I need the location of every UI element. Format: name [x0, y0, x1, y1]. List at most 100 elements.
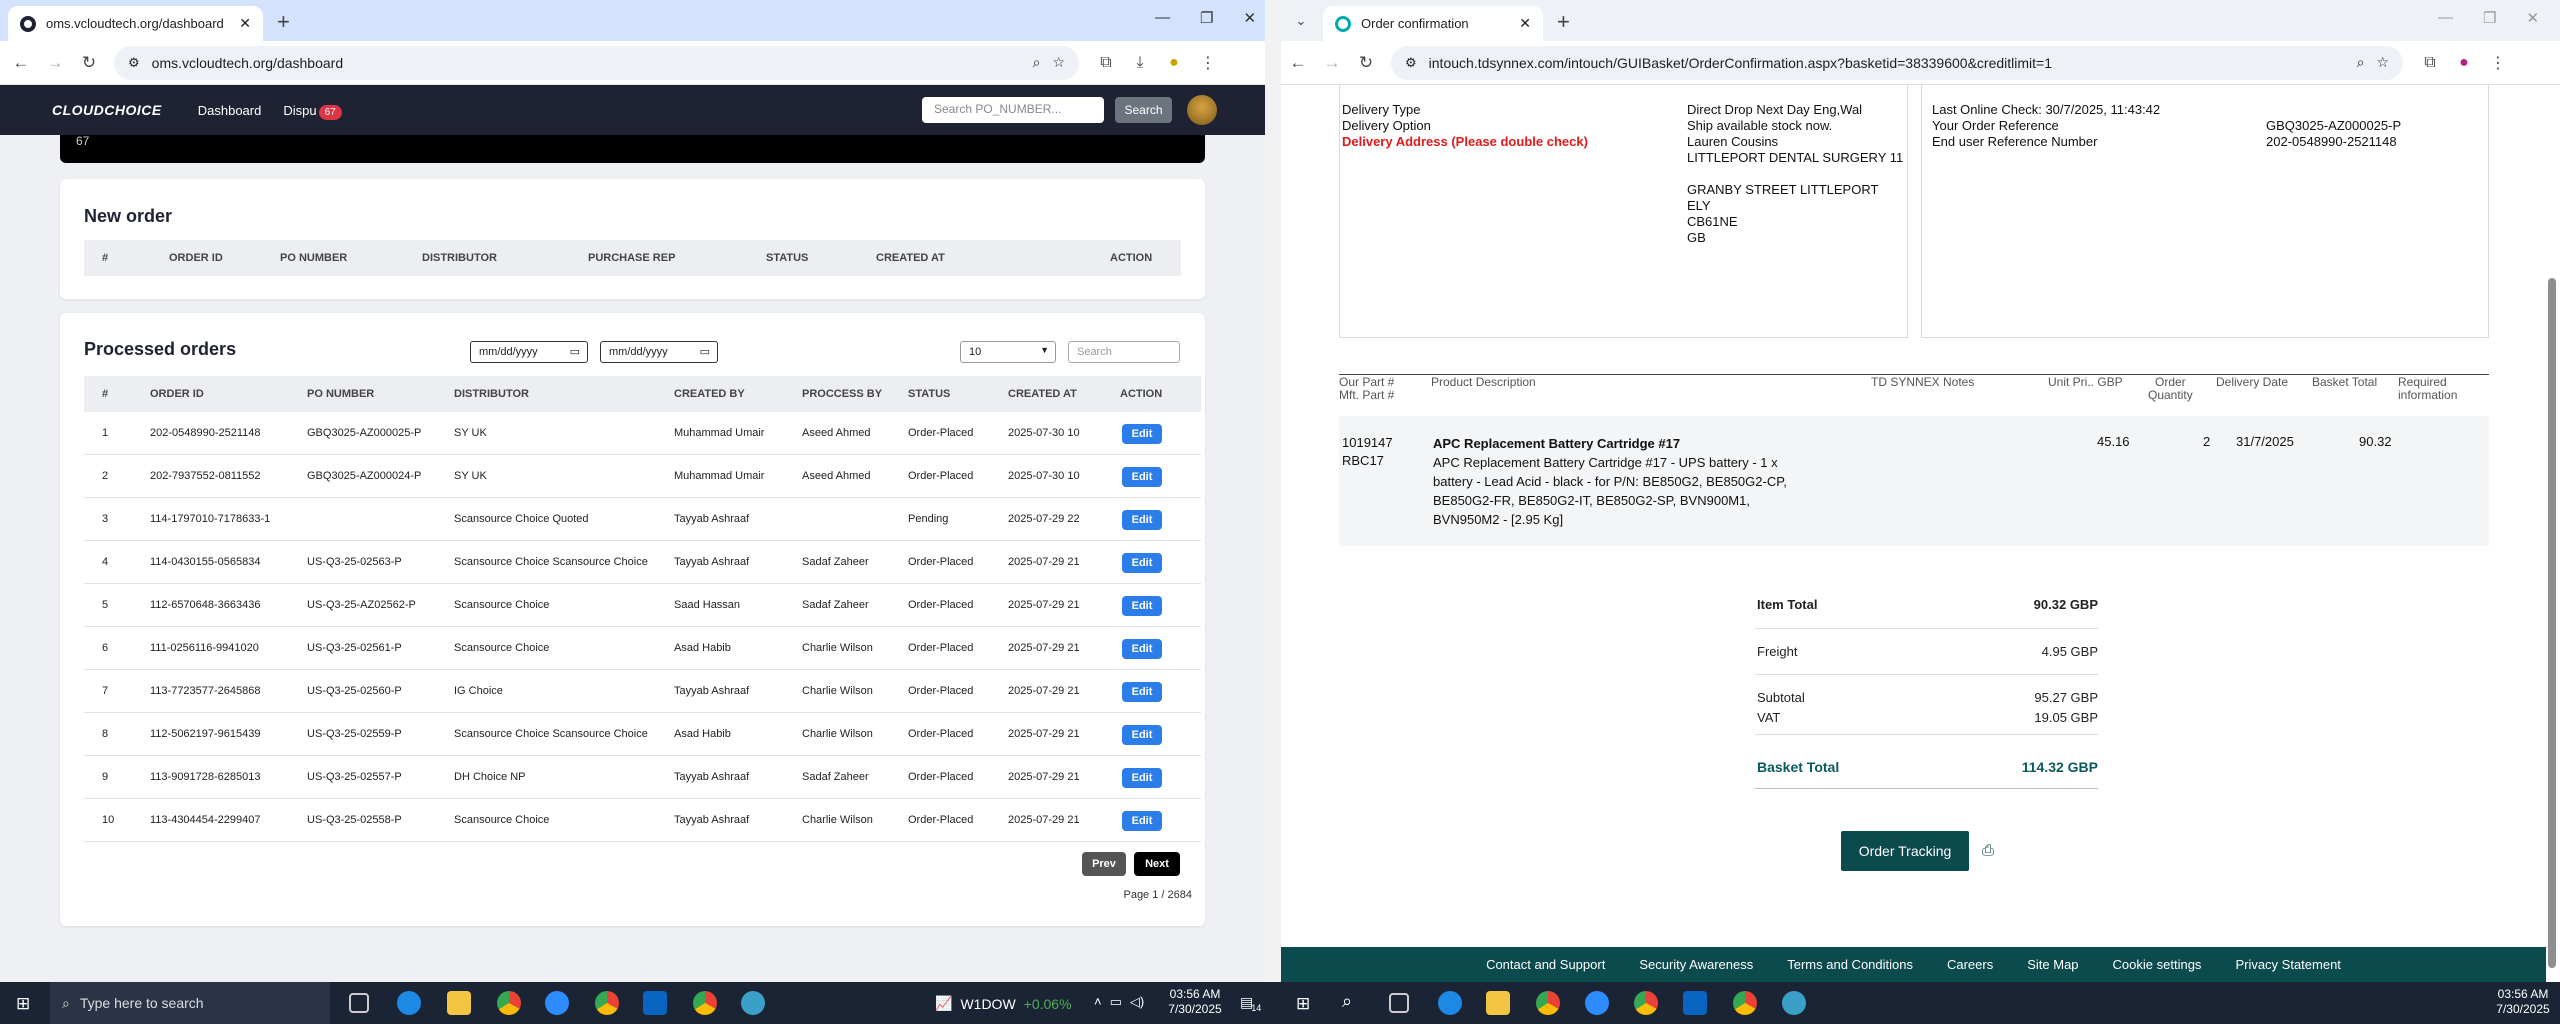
chrome-icon[interactable] [1634, 991, 1658, 1015]
download-icon[interactable]: ⤓ [1123, 54, 1157, 72]
zoom-app-icon[interactable] [1585, 991, 1609, 1015]
tab-order-confirmation[interactable]: Order confirmation ✕ [1323, 6, 1543, 41]
zoom-app-icon[interactable] [545, 991, 569, 1015]
windows-start-icon[interactable]: ⊞ [1296, 994, 1310, 1014]
network-icon[interactable]: ▭ [1110, 994, 1122, 1010]
chevron-up-icon[interactable]: ˄ [1094, 994, 1102, 1010]
outlook-icon[interactable] [643, 991, 667, 1015]
col-required-line: information [2398, 388, 2458, 402]
close-window-icon[interactable]: ✕ [1243, 9, 1256, 27]
menu-dots-icon[interactable]: ⋮ [2481, 53, 2515, 73]
outlook-icon[interactable] [1683, 991, 1707, 1015]
new-tab-icon[interactable]: + [1557, 9, 1570, 35]
taskbar-search-box[interactable]: ⌕ Type here to search [50, 982, 330, 1024]
menu-dots-icon[interactable]: ⋮ [1191, 53, 1225, 73]
cloudchoice-logo[interactable]: CLOUDCHOICE [52, 102, 162, 118]
tab-oms-dashboard[interactable]: oms.vcloudtech.org/dashboard ✕ [8, 6, 263, 41]
edit-button[interactable]: Edit [1122, 467, 1162, 487]
summary-strip: 67 [60, 135, 1205, 163]
address-bar[interactable]: ⚙ oms.vcloudtech.org/dashboard ⌕ ☆ [114, 45, 1079, 80]
order-tracking-button[interactable]: Order Tracking [1841, 831, 1969, 871]
close-tab-icon[interactable]: ✕ [239, 15, 251, 32]
app-icon[interactable] [1782, 991, 1806, 1015]
notifications-icon[interactable]: ▤14 [1240, 994, 1263, 1013]
task-view-icon[interactable] [349, 993, 369, 1013]
windows-start-icon[interactable]: ⊞ [16, 994, 30, 1014]
forward-icon[interactable]: → [38, 53, 72, 73]
edge-icon[interactable] [397, 991, 421, 1015]
edge-icon[interactable] [1438, 991, 1462, 1015]
forward-icon[interactable]: → [1315, 53, 1349, 73]
restore-icon[interactable]: ❐ [2483, 9, 2496, 27]
zoom-icon[interactable]: ⌕ [1033, 54, 1041, 71]
row-number: 6 [102, 642, 109, 654]
profile-avatar-icon[interactable]: ● [2447, 54, 2481, 72]
bookmark-star-icon[interactable]: ☆ [2376, 54, 2389, 71]
date-from-input[interactable]: mm/dd/yyyy ▭ [470, 341, 588, 363]
close-tab-icon[interactable]: ✕ [1519, 15, 1531, 32]
avatar[interactable] [1187, 95, 1217, 125]
tab-search-icon[interactable]: ⌄ [1287, 7, 1315, 35]
edit-button[interactable]: Edit [1122, 596, 1162, 616]
chrome-icon[interactable] [497, 991, 521, 1015]
table-search-input[interactable]: Search [1068, 341, 1180, 363]
page-size-select[interactable]: 10 ▼ [960, 341, 1056, 363]
extensions-icon[interactable]: ⧉ [1089, 54, 1123, 72]
address-bar[interactable]: ⚙ intouch.tdsynnex.com/intouch/GUIBasket… [1391, 45, 2403, 80]
footer-link-security[interactable]: Security Awareness [1639, 957, 1753, 972]
edit-button[interactable]: Edit [1122, 811, 1162, 831]
search-icon[interactable]: ⌕ [1342, 991, 1352, 1012]
edit-button[interactable]: Edit [1122, 768, 1162, 788]
new-tab-icon[interactable]: + [277, 9, 290, 35]
chrome-icon[interactable] [1536, 991, 1560, 1015]
edit-button[interactable]: Edit [1122, 424, 1162, 444]
edit-button[interactable]: Edit [1122, 682, 1162, 702]
footer-link-careers[interactable]: Careers [1947, 957, 1993, 972]
row-distributor: SY UK [454, 470, 487, 482]
back-icon[interactable]: ← [1281, 53, 1315, 73]
minimize-icon[interactable]: — [1155, 9, 1170, 27]
edit-button[interactable]: Edit [1122, 725, 1162, 745]
extensions-icon[interactable]: ⧉ [2413, 54, 2447, 72]
footer-link-cookies[interactable]: Cookie settings [2113, 957, 2202, 972]
search-button[interactable]: Search [1115, 97, 1172, 123]
clock-right[interactable]: 03:56 AM 7/30/2025 [2488, 987, 2558, 1017]
task-view-icon[interactable] [1389, 993, 1409, 1013]
chrome-icon[interactable] [595, 991, 619, 1015]
reload-icon[interactable]: ↻ [72, 53, 106, 73]
po-search-input[interactable]: Search PO_NUMBER... [922, 97, 1104, 123]
bookmark-star-icon[interactable]: ☆ [1052, 54, 1065, 71]
edit-button[interactable]: Edit [1122, 510, 1162, 530]
prev-page-button[interactable]: Prev [1082, 852, 1126, 876]
nav-disputes[interactable]: Dispu 67 [283, 103, 342, 120]
next-page-button[interactable]: Next [1134, 852, 1180, 876]
zoom-icon[interactable]: ⌕ [2357, 54, 2365, 71]
footer-link-sitemap[interactable]: Site Map [2027, 957, 2078, 972]
footer-link-terms[interactable]: Terms and Conditions [1787, 957, 1913, 972]
chrome-icon[interactable] [693, 991, 717, 1015]
profile-extension-icon[interactable]: ● [1157, 54, 1191, 72]
stock-widget[interactable]: 📈 W1DOW +0.06% [935, 995, 1072, 1012]
footer-link-privacy[interactable]: Privacy Statement [2235, 957, 2341, 972]
close-window-icon[interactable]: ✕ [2526, 9, 2539, 27]
minimize-icon[interactable]: — [2438, 9, 2453, 27]
footer-link-contact[interactable]: Contact and Support [1486, 957, 1605, 972]
site-info-icon[interactable]: ⚙ [1405, 55, 1417, 71]
file-explorer-icon[interactable] [1486, 991, 1510, 1015]
right-scrollbar[interactable] [2548, 278, 2556, 968]
app-icon[interactable] [741, 991, 765, 1015]
restore-icon[interactable]: ❐ [1200, 9, 1213, 27]
date-to-input[interactable]: mm/dd/yyyy ▭ [600, 341, 718, 363]
site-info-icon[interactable]: ⚙ [128, 55, 140, 71]
file-explorer-icon[interactable] [447, 991, 471, 1015]
reload-icon[interactable]: ↻ [1349, 53, 1383, 73]
address-line [1687, 166, 1903, 182]
edit-button[interactable]: Edit [1122, 553, 1162, 573]
back-icon[interactable]: ← [4, 53, 38, 73]
edit-button[interactable]: Edit [1122, 639, 1162, 659]
chrome-icon[interactable] [1733, 991, 1757, 1015]
volume-icon[interactable]: ◁) [1130, 994, 1144, 1010]
nav-dashboard[interactable]: Dashboard [198, 103, 262, 118]
print-icon[interactable]: ⎙ [1982, 842, 1994, 859]
clock-left[interactable]: 03:56 AM 7/30/2025 [1160, 987, 1230, 1017]
